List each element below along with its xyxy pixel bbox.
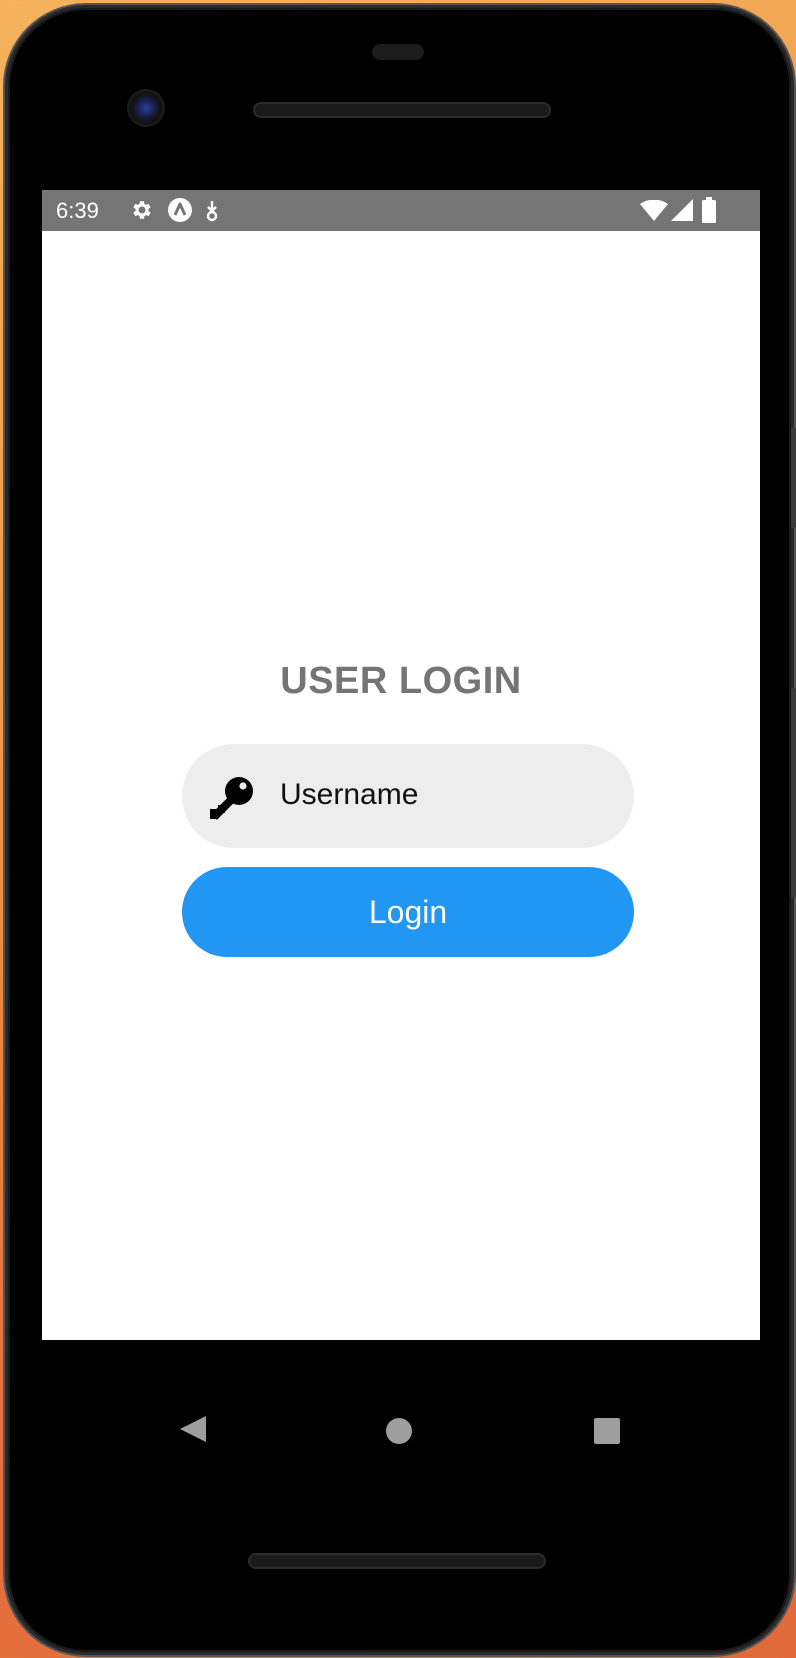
wifi-icon	[640, 200, 668, 221]
app-screen: 6:39 USER LOGIN Username Login	[42, 190, 760, 1340]
page-title: USER LOGIN	[280, 660, 522, 702]
status-time: 6:39	[56, 198, 99, 223]
login-button[interactable]: Login	[182, 867, 634, 957]
front-camera	[129, 91, 163, 125]
back-icon[interactable]	[178, 1414, 208, 1444]
top-speaker	[253, 102, 551, 118]
download-icon	[206, 201, 218, 222]
phone-device: 6:39 USER LOGIN Username Login	[8, 8, 796, 1652]
gear-icon	[133, 201, 151, 219]
app-a-icon	[168, 198, 192, 222]
recents-icon[interactable]	[594, 1418, 620, 1444]
earpiece-sensor	[372, 44, 424, 60]
username-placeholder: Username	[280, 778, 419, 811]
signal-icon	[671, 199, 693, 221]
key-icon	[210, 777, 253, 820]
username-input[interactable]: Username	[182, 744, 634, 848]
home-icon[interactable]	[386, 1418, 412, 1444]
volume-button	[791, 688, 796, 898]
bottom-speaker	[248, 1553, 546, 1569]
power-button	[791, 428, 796, 528]
battery-icon	[702, 197, 716, 223]
status-bar: 6:39	[42, 190, 760, 231]
